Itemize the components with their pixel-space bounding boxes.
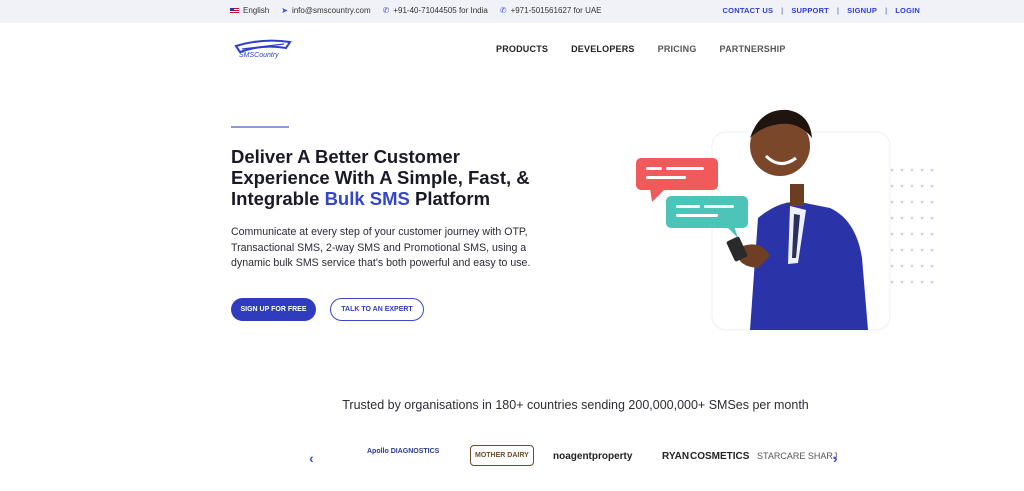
- language-label: English: [243, 6, 270, 15]
- email-link[interactable]: ➤ info@smscountry.com: [281, 6, 370, 15]
- phone-uae-label: +971-501561627 for UAE: [510, 6, 602, 15]
- divider: |: [781, 6, 784, 15]
- logo-cosmetics: COSMETICS: [690, 451, 750, 462]
- phone-icon: ✆: [382, 6, 390, 15]
- brand-logo[interactable]: [232, 38, 292, 64]
- contact-us-link[interactable]: CONTACT US: [723, 6, 774, 15]
- client-logo-carousel: ‹ Apollo DIAGNOSTICS MOTHER DAIRY noagen…: [305, 442, 845, 476]
- phone-icon: ✆: [499, 6, 507, 15]
- phone-india-label: +91-40-71044505 for India: [393, 6, 488, 15]
- hero-headline: Deliver A Better Customer Experience Wit…: [231, 146, 561, 209]
- logo-apollo: Apollo DIAGNOSTICS: [367, 448, 440, 455]
- chat-bubble-teal: [666, 196, 748, 238]
- us-flag-icon: [230, 7, 239, 14]
- main-nav: PRODUCTS DEVELOPERS PRICING PARTNERSHIP: [496, 44, 786, 54]
- chat-bubble-red: [636, 158, 718, 202]
- login-link[interactable]: LOGIN: [895, 6, 920, 15]
- phone-uae-link[interactable]: ✆ +971-501561627 for UAE: [500, 6, 602, 15]
- brand-name: SMSCountry: [239, 52, 279, 59]
- hero-subtext: Communicate at every step of your custom…: [231, 226, 531, 270]
- logo-ryan: RYAN: [662, 451, 690, 462]
- logo-mother-dairy: MOTHER DAIRY: [470, 445, 534, 466]
- paper-plane-icon: ➤: [281, 6, 288, 15]
- trusted-heading: Trusted by organisations in 180+ countri…: [342, 398, 809, 412]
- divider: |: [836, 6, 840, 15]
- language-selector[interactable]: English: [230, 6, 269, 15]
- talk-to-expert-button[interactable]: TALK TO AN EXPERT: [330, 298, 424, 321]
- hero-illustration: [636, 109, 934, 331]
- carousel-next-icon[interactable]: ›: [833, 450, 838, 466]
- nav-partnership[interactable]: PARTNERSHIP: [720, 44, 786, 54]
- top-utility-bar: English ➤ info@smscountry.com ✆ +91-40-7…: [0, 0, 1024, 23]
- dot-grid-decoration: [890, 168, 934, 284]
- email-label: info@smscountry.com: [291, 6, 371, 15]
- carousel-prev-icon[interactable]: ‹: [309, 450, 314, 466]
- phone-india-link[interactable]: ✆ +91-40-71044505 for India: [383, 6, 488, 15]
- sign-up-free-button[interactable]: SIGN UP FOR FREE: [231, 298, 316, 321]
- logo-noagentproperty: noagentproperty: [553, 451, 633, 462]
- nav-products[interactable]: PRODUCTS: [496, 44, 548, 54]
- support-link[interactable]: SUPPORT: [791, 6, 829, 15]
- page: English ➤ info@smscountry.com ✆ +91-40-7…: [0, 0, 1024, 491]
- logo-starcare: STARCARE SHARJ: [757, 451, 838, 461]
- nav-pricing[interactable]: PRICING: [658, 44, 697, 54]
- contact-info: English ➤ info@smscountry.com ✆ +91-40-7…: [230, 6, 602, 15]
- account-links: CONTACT US | SUPPORT | SIGNUP | LOGIN: [723, 6, 920, 15]
- headline-highlight: Bulk SMS: [324, 188, 410, 209]
- divider: |: [885, 6, 888, 15]
- nav-developers[interactable]: DEVELOPERS: [571, 44, 635, 54]
- headline-part2: Platform: [409, 188, 491, 209]
- signup-link[interactable]: SIGNUP: [847, 6, 877, 15]
- hero-accent-line: [231, 126, 289, 128]
